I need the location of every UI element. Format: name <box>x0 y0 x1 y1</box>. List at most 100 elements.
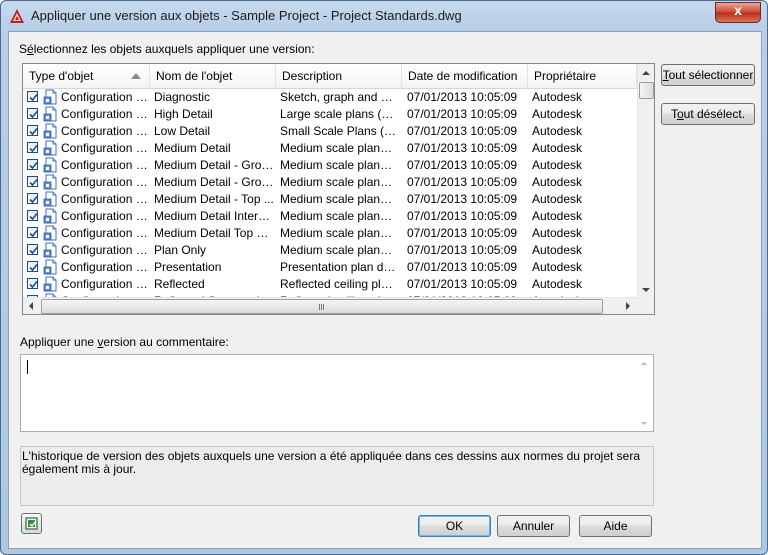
comment-scrollbar[interactable] <box>636 356 652 430</box>
row-checkbox[interactable] <box>27 278 38 289</box>
column-header-description[interactable]: Description <box>276 64 402 88</box>
row-cell-desc: Reflected ceiling plans <box>280 277 398 291</box>
ok-button[interactable]: OK <box>418 515 491 537</box>
scrollbar-corner <box>637 297 654 314</box>
row-cell-desc: Sketch, graph and di... <box>280 90 398 104</box>
sort-ascending-icon <box>131 73 141 79</box>
info-message: L'historique de version des objets auxqu… <box>20 446 654 506</box>
display-configuration-icon <box>43 225 59 241</box>
help-button[interactable]: Aide <box>579 515 652 537</box>
table-row[interactable]: Configuration d... Medium Detail - Grou..… <box>23 157 637 174</box>
table-row[interactable]: Configuration d... Medium Detail - Top ..… <box>23 191 637 208</box>
row-checkbox[interactable] <box>27 193 38 204</box>
row-cell-type: Configuration d... <box>61 192 149 206</box>
horizontal-scrollbar[interactable] <box>23 297 637 314</box>
table-row[interactable]: Configuration d... Medium Detail Top Le..… <box>23 225 637 242</box>
row-cell-owner: Autodesk <box>532 141 583 155</box>
row-cell-date: 07/01/2013 10:05:09 <box>407 141 518 155</box>
vertical-scrollbar[interactable] <box>637 64 654 297</box>
objects-list[interactable]: Type d'objet Nom de l'objet Description … <box>22 63 655 315</box>
column-header-name[interactable]: Nom de l'objet <box>150 64 276 88</box>
display-properties-button[interactable] <box>21 513 42 534</box>
scroll-down-icon[interactable] <box>642 288 650 292</box>
checkmark-icon <box>29 144 38 153</box>
row-cell-name: Medium Detail - Grou... <box>154 158 274 172</box>
row-cell-name: High Detail <box>154 107 213 121</box>
scroll-up-icon[interactable] <box>642 71 650 75</box>
checkmark-icon <box>29 195 38 204</box>
row-cell-name: Medium Detail Interm... <box>154 209 274 223</box>
row-checkbox[interactable] <box>27 142 38 153</box>
table-row[interactable]: Configuration d... Plan Only Medium scale … <box>23 242 637 259</box>
row-checkbox[interactable] <box>27 210 38 221</box>
comment-textarea[interactable] <box>20 354 654 432</box>
row-checkbox[interactable] <box>27 91 38 102</box>
window-title: Appliquer une version aux objets - Sampl… <box>31 8 462 23</box>
scroll-up-icon[interactable] <box>641 362 647 365</box>
scroll-down-icon[interactable] <box>641 422 647 425</box>
row-checkbox[interactable] <box>27 125 38 136</box>
checkmark-icon <box>29 110 38 119</box>
row-cell-name: Diagnostic <box>154 90 211 104</box>
table-row[interactable]: Configuration d... Medium Detail Medium sc… <box>23 140 637 157</box>
display-configuration-icon <box>43 259 59 275</box>
scroll-right-icon[interactable] <box>626 302 630 310</box>
table-row[interactable]: Configuration d... Medium Detail - Grou..… <box>23 174 637 191</box>
row-cell-desc: Medium scale plans (... <box>280 175 398 189</box>
grip-icon <box>319 304 320 310</box>
row-cell-desc: Medium scale plans (... <box>280 158 398 172</box>
display-configuration-icon <box>43 208 59 224</box>
column-header-owner[interactable]: Propriétaire <box>528 64 637 88</box>
display-configuration-icon <box>43 106 59 122</box>
row-cell-date: 07/01/2013 10:05:09 <box>407 243 518 257</box>
close-button[interactable]: x <box>715 2 761 23</box>
checkmark-icon <box>29 178 38 187</box>
row-cell-date: 07/01/2013 10:05:09 <box>407 209 518 223</box>
list-header: Type d'objet Nom de l'objet Description … <box>23 64 637 89</box>
display-configuration-icon <box>43 123 59 139</box>
table-row[interactable]: Configuration d... Presentation Presentati… <box>23 259 637 276</box>
checkmark-icon <box>29 280 38 289</box>
display-configuration-icon <box>43 89 59 105</box>
row-cell-owner: Autodesk <box>532 124 583 138</box>
row-cell-desc: Medium scale plans (... <box>280 192 398 206</box>
checkmark-icon <box>29 127 38 136</box>
horizontal-scroll-thumb[interactable] <box>41 299 603 314</box>
row-cell-name: Presentation <box>154 260 222 274</box>
row-cell-name: Medium Detail - Grou... <box>154 175 274 189</box>
row-cell-owner: Autodesk <box>532 277 583 291</box>
cancel-button[interactable]: Annuler <box>497 515 570 537</box>
checkmark-icon <box>29 161 38 170</box>
display-configuration-icon <box>43 276 59 292</box>
scroll-left-icon[interactable] <box>29 302 33 310</box>
table-row[interactable]: Configuration d... High Detail Large scale… <box>23 106 637 123</box>
row-checkbox[interactable] <box>27 227 38 238</box>
row-cell-desc: Medium scale plans (... <box>280 209 398 223</box>
select-all-button[interactable]: Tout sélectionner <box>661 64 755 86</box>
row-cell-type: Configuration d... <box>61 107 149 121</box>
table-row[interactable]: Configuration d... Medium Detail Interm..… <box>23 208 637 225</box>
row-checkbox[interactable] <box>27 244 38 255</box>
display-configuration-icon <box>43 242 59 258</box>
deselect-all-button[interactable]: Tout désélect. <box>661 103 755 125</box>
row-cell-desc: Medium scale plans (... <box>280 243 398 257</box>
row-cell-owner: Autodesk <box>532 243 583 257</box>
row-cell-name: Plan Only <box>154 243 207 257</box>
row-checkbox[interactable] <box>27 108 38 119</box>
row-cell-date: 07/01/2013 10:05:09 <box>407 90 518 104</box>
row-cell-desc: Small Scale Plans (1/... <box>280 124 398 138</box>
display-configuration-icon <box>43 174 59 190</box>
row-checkbox[interactable] <box>27 176 38 187</box>
display-configuration-icon <box>43 157 59 173</box>
checkmark-icon <box>29 93 38 102</box>
row-cell-owner: Autodesk <box>532 226 583 240</box>
table-row[interactable]: Configuration d... Low Detail Small Scale … <box>23 123 637 140</box>
title-bar[interactable]: Appliquer une version aux objets - Sampl… <box>1 1 767 31</box>
row-checkbox[interactable] <box>27 159 38 170</box>
row-checkbox[interactable] <box>27 261 38 272</box>
table-row[interactable]: Configuration d... Diagnostic Sketch, grap… <box>23 89 637 106</box>
column-header-type[interactable]: Type d'objet <box>23 64 150 88</box>
table-row[interactable]: Configuration d... Reflected Reflected cei… <box>23 276 637 293</box>
column-header-date[interactable]: Date de modification <box>402 64 528 88</box>
vertical-scroll-thumb[interactable] <box>639 82 654 99</box>
